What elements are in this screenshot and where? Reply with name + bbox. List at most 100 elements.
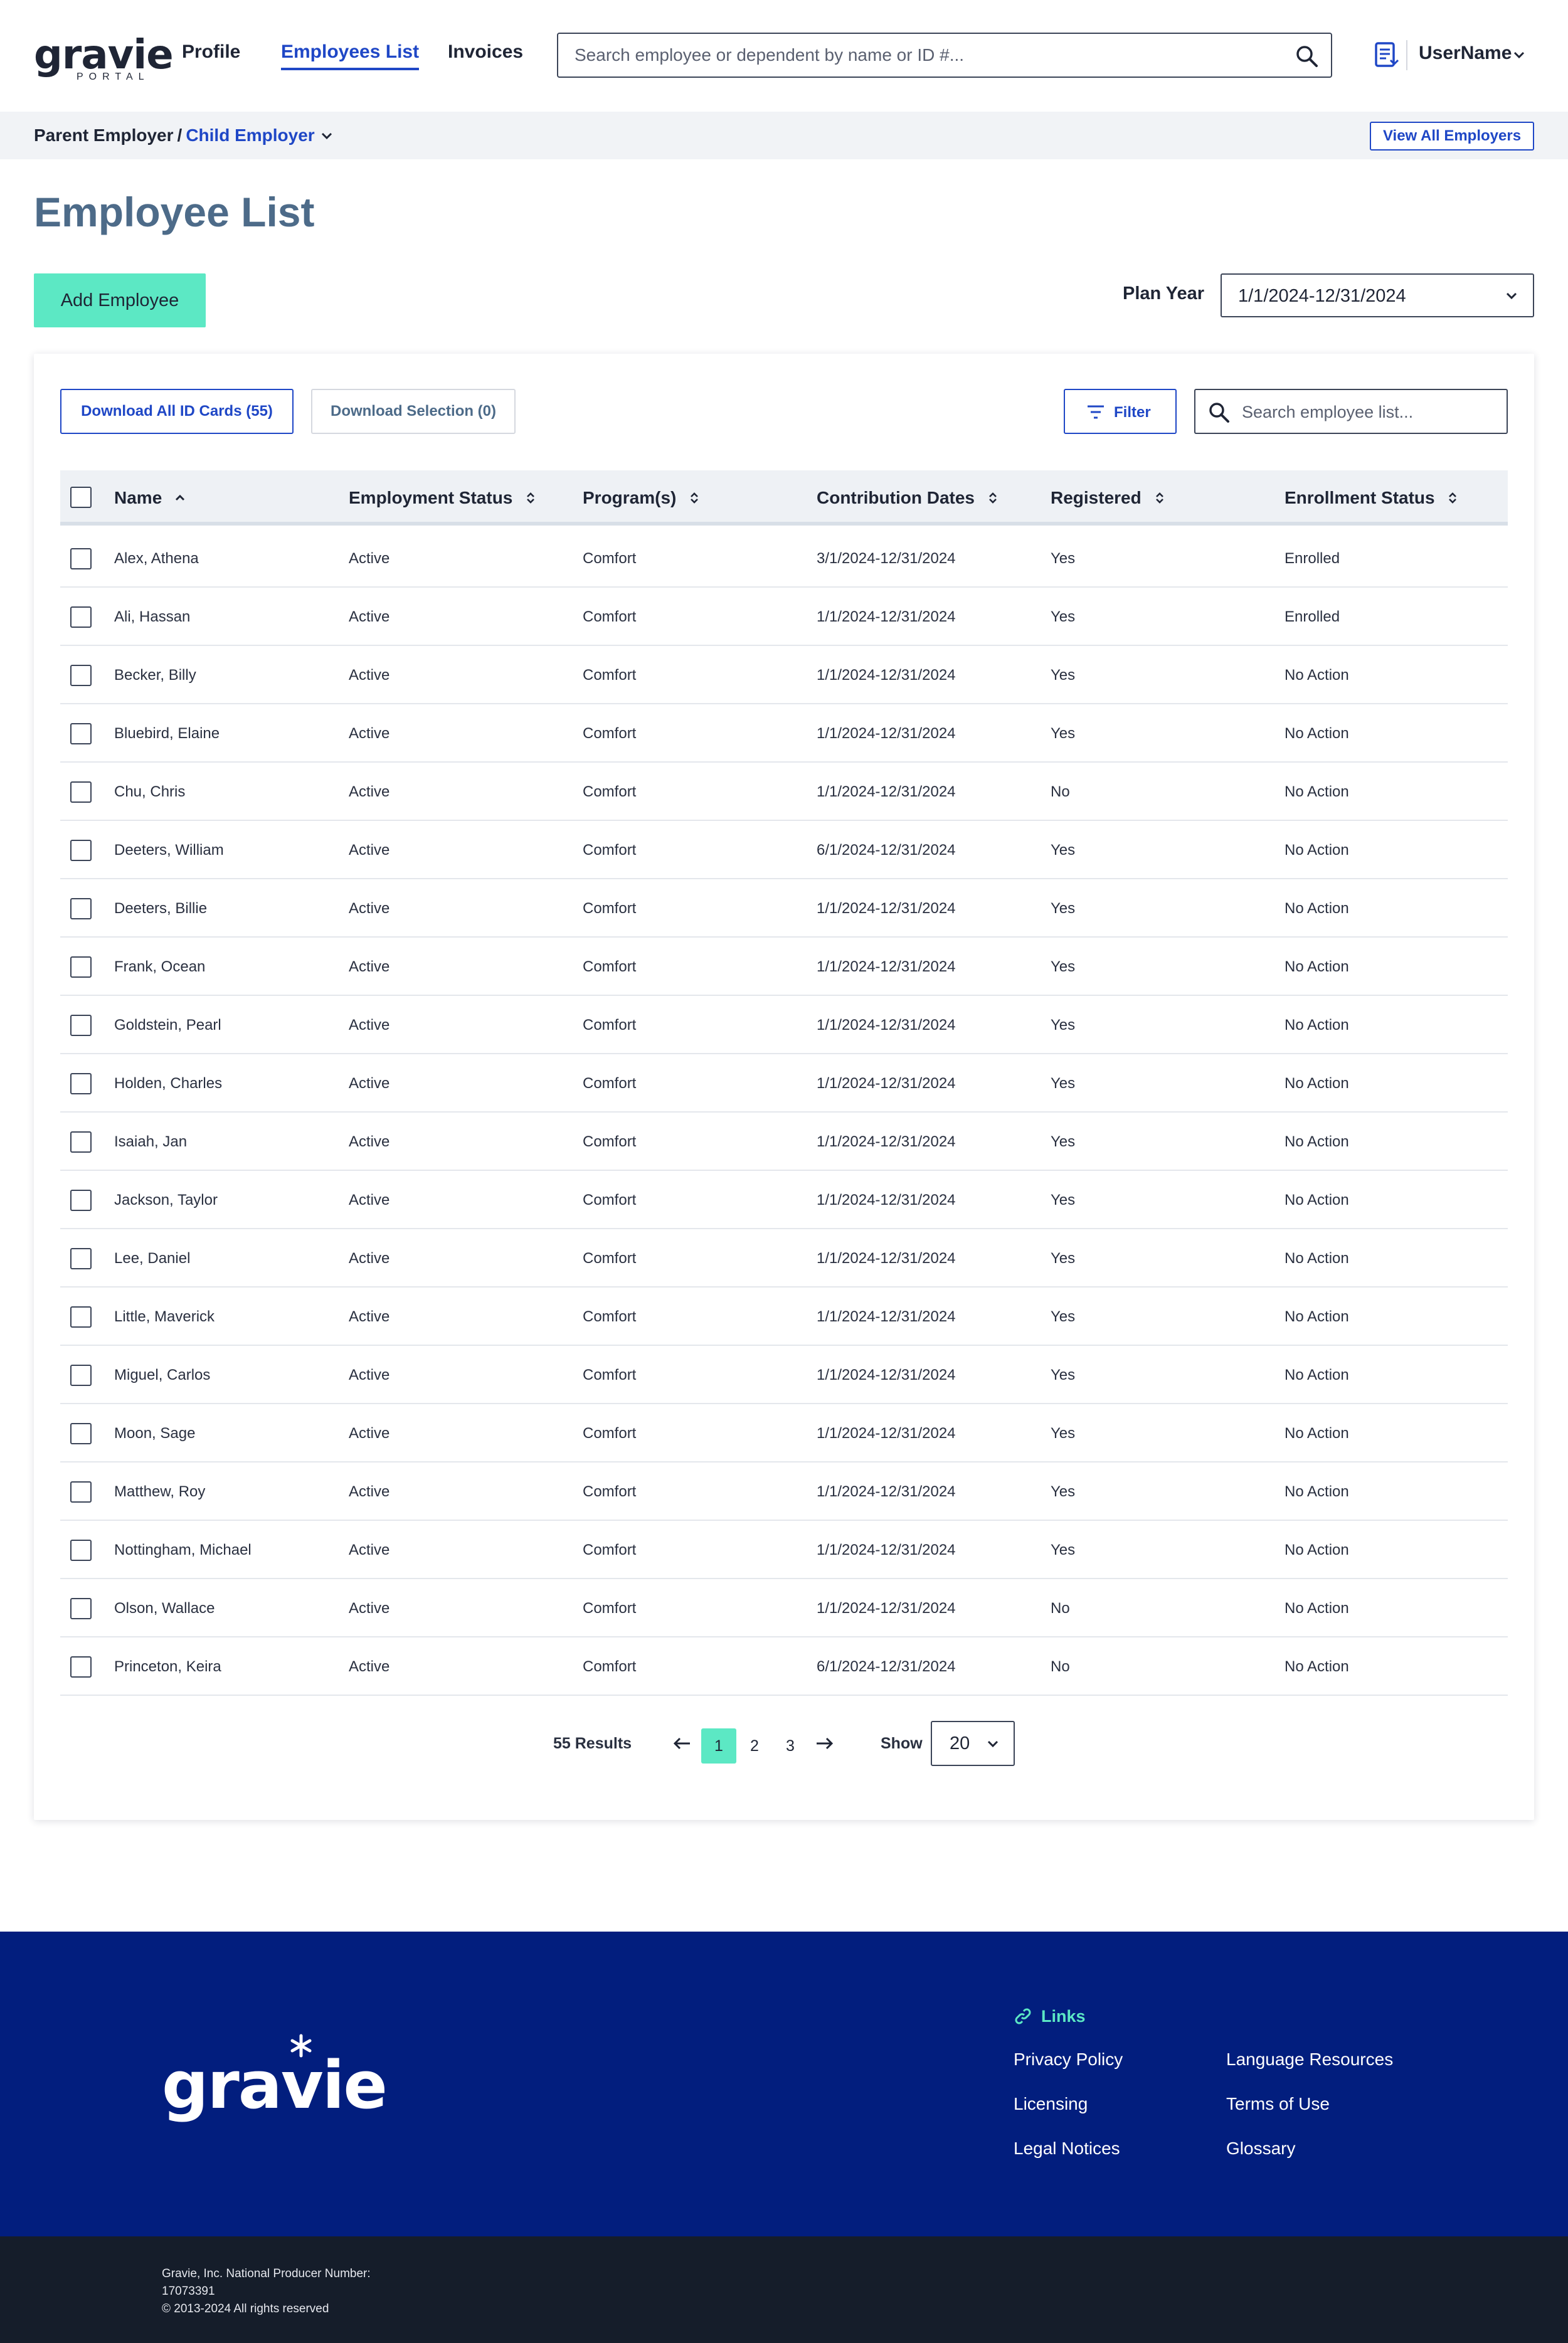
table-row[interactable]: Lee, Daniel Active Comfort 1/1/2024-12/31/2…: [60, 1229, 1508, 1288]
row-checkbox[interactable]: [70, 956, 92, 978]
table-row[interactable]: Alex, Athena Active Comfort 3/1/2024-12/31/…: [60, 529, 1508, 588]
arrow-right-icon[interactable]: [813, 1732, 835, 1755]
page-button-3[interactable]: 3: [773, 1728, 808, 1764]
nav-link-profile[interactable]: Profile: [182, 41, 240, 70]
plan-year-select[interactable]: 1/1/2024-12/31/2024: [1221, 273, 1534, 317]
employee-search-input[interactable]: [1242, 401, 1493, 423]
breadcrumb-parent[interactable]: Parent Employer: [34, 125, 174, 145]
row-checkbox[interactable]: [70, 1131, 92, 1153]
table-row[interactable]: Ali, Hassan Active Comfort 1/1/2024-12/31/2…: [60, 588, 1508, 646]
row-checkbox[interactable]: [70, 723, 92, 744]
table-row[interactable]: Miguel, Carlos Active Comfort 1/1/2024-12/3…: [60, 1346, 1508, 1404]
cell-name[interactable]: Olson, Wallace: [114, 1600, 215, 1617]
table-row[interactable]: Frank, Ocean Active Comfort 1/1/2024-12/31/…: [60, 938, 1508, 996]
column-header-programs[interactable]: Program(s): [583, 488, 701, 508]
sort-icon[interactable]: [1446, 491, 1459, 505]
row-checkbox[interactable]: [70, 781, 92, 803]
table-row[interactable]: Matthew, Roy Active Comfort 1/1/2024-12/31/…: [60, 1462, 1508, 1521]
footer-link-privacy-policy[interactable]: Privacy Policy: [1014, 2049, 1123, 2070]
row-checkbox[interactable]: [70, 1306, 92, 1328]
footer-link-glossary[interactable]: Glossary: [1226, 2139, 1295, 2159]
cell-name[interactable]: Ali, Hassan: [114, 608, 190, 626]
column-header-contribution-dates[interactable]: Contribution Dates: [817, 488, 1000, 508]
cell-name[interactable]: Moon, Sage: [114, 1425, 195, 1442]
cell-name[interactable]: Jackson, Taylor: [114, 1192, 218, 1209]
document-icon[interactable]: [1374, 41, 1399, 69]
arrow-left-icon[interactable]: [671, 1732, 694, 1755]
table-row[interactable]: Chu, Chris Active Comfort 1/1/2024-12/31/20…: [60, 763, 1508, 821]
table-row[interactable]: Goldstein, Pearl Active Comfort 1/1/2024-12…: [60, 996, 1508, 1054]
sort-ascending-icon[interactable]: [173, 491, 187, 505]
page-button-2[interactable]: 2: [737, 1728, 772, 1764]
gravie-portal-logo[interactable]: gravie PORTAL: [34, 35, 174, 82]
chevron-down-icon[interactable]: [1512, 48, 1527, 63]
cell-name[interactable]: Little, Maverick: [114, 1308, 215, 1326]
row-checkbox[interactable]: [70, 665, 92, 686]
row-checkbox[interactable]: [70, 1598, 92, 1619]
table-row[interactable]: Holden, Charles Active Comfort 1/1/2024-12/…: [60, 1054, 1508, 1113]
cell-name[interactable]: Deeters, William: [114, 842, 224, 859]
table-row[interactable]: Jackson, Taylor Active Comfort 1/1/2024-12/…: [60, 1171, 1508, 1229]
footer-link-licensing[interactable]: Licensing: [1014, 2094, 1088, 2114]
column-header-employment-status[interactable]: Employment Status: [349, 488, 538, 508]
table-row[interactable]: Princeton, Keira Active Comfort 6/1/2024-12…: [60, 1637, 1508, 1696]
sort-icon[interactable]: [986, 491, 1000, 505]
cell-name[interactable]: Miguel, Carlos: [114, 1367, 210, 1384]
table-row[interactable]: Deeters, William Active Comfort 6/1/2024-12…: [60, 821, 1508, 879]
cell-name[interactable]: Deeters, Billie: [114, 900, 207, 918]
page-button-1[interactable]: 1: [701, 1728, 736, 1764]
breadcrumb-child[interactable]: Child Employer: [186, 125, 314, 145]
cell-name[interactable]: Princeton, Keira: [114, 1658, 221, 1676]
search-icon[interactable]: [1295, 44, 1320, 69]
nav-link-invoices[interactable]: Invoices: [448, 41, 523, 70]
row-checkbox[interactable]: [70, 898, 92, 919]
sort-icon[interactable]: [524, 491, 538, 505]
row-checkbox[interactable]: [70, 606, 92, 628]
table-row[interactable]: Deeters, Billie Active Comfort 1/1/2024-12/…: [60, 879, 1508, 938]
cell-name[interactable]: Nottingham, Michael: [114, 1542, 252, 1559]
table-row[interactable]: Isaiah, Jan Active Comfort 1/1/2024-12/31/2…: [60, 1113, 1508, 1171]
download-selection-button[interactable]: Download Selection (0): [311, 389, 516, 434]
column-header-registered[interactable]: Registered: [1051, 488, 1167, 508]
table-row[interactable]: Nottingham, Michael Active Comfort 1/1/2024…: [60, 1521, 1508, 1579]
download-all-id-cards-button[interactable]: Download All ID Cards (55): [60, 389, 294, 434]
cell-name[interactable]: Chu, Chris: [114, 783, 185, 801]
footer-logo[interactable]: gravie: [162, 2047, 388, 2124]
chevron-down-icon[interactable]: [320, 129, 334, 143]
add-employee-button[interactable]: Add Employee: [34, 273, 206, 327]
filter-button[interactable]: Filter: [1064, 389, 1177, 434]
row-checkbox[interactable]: [70, 1656, 92, 1678]
column-header-enrollment-status[interactable]: Enrollment Status: [1285, 488, 1459, 508]
cell-name[interactable]: Alex, Athena: [114, 550, 199, 568]
cell-name[interactable]: Goldstein, Pearl: [114, 1017, 221, 1034]
user-menu[interactable]: UserName: [1419, 43, 1512, 64]
row-checkbox[interactable]: [70, 1015, 92, 1036]
footer-link-language-resources[interactable]: Language Resources: [1226, 2049, 1393, 2070]
footer-link-legal-notices[interactable]: Legal Notices: [1014, 2139, 1120, 2159]
page-size-select[interactable]: 20: [931, 1721, 1015, 1766]
table-row[interactable]: Becker, Billy Active Comfort 1/1/2024-12/31…: [60, 646, 1508, 704]
table-row[interactable]: Moon, Sage Active Comfort 1/1/2024-12/31/20…: [60, 1404, 1508, 1462]
row-checkbox[interactable]: [70, 1540, 92, 1561]
table-row[interactable]: Little, Maverick Active Comfort 1/1/2024-12…: [60, 1288, 1508, 1346]
footer-link-terms-of-use[interactable]: Terms of Use: [1226, 2094, 1330, 2114]
cell-name[interactable]: Holden, Charles: [114, 1075, 222, 1092]
cell-name[interactable]: Matthew, Roy: [114, 1483, 205, 1501]
cell-name[interactable]: Becker, Billy: [114, 667, 196, 684]
select-all-checkbox[interactable]: [70, 487, 92, 508]
sort-icon[interactable]: [1153, 491, 1167, 505]
global-search-input[interactable]: [575, 43, 1264, 68]
row-checkbox[interactable]: [70, 1248, 92, 1269]
cell-name[interactable]: Bluebird, Elaine: [114, 725, 220, 743]
row-checkbox[interactable]: [70, 1190, 92, 1211]
row-checkbox[interactable]: [70, 840, 92, 861]
cell-name[interactable]: Frank, Ocean: [114, 958, 205, 976]
sort-icon[interactable]: [687, 491, 701, 505]
cell-name[interactable]: Lee, Daniel: [114, 1250, 190, 1267]
table-row[interactable]: Bluebird, Elaine Active Comfort 1/1/2024-12…: [60, 704, 1508, 763]
column-header-name[interactable]: Name: [114, 488, 187, 508]
cell-name[interactable]: Isaiah, Jan: [114, 1133, 187, 1151]
row-checkbox[interactable]: [70, 1073, 92, 1094]
row-checkbox[interactable]: [70, 1423, 92, 1444]
nav-link-employees-list[interactable]: Employees List: [281, 41, 420, 70]
